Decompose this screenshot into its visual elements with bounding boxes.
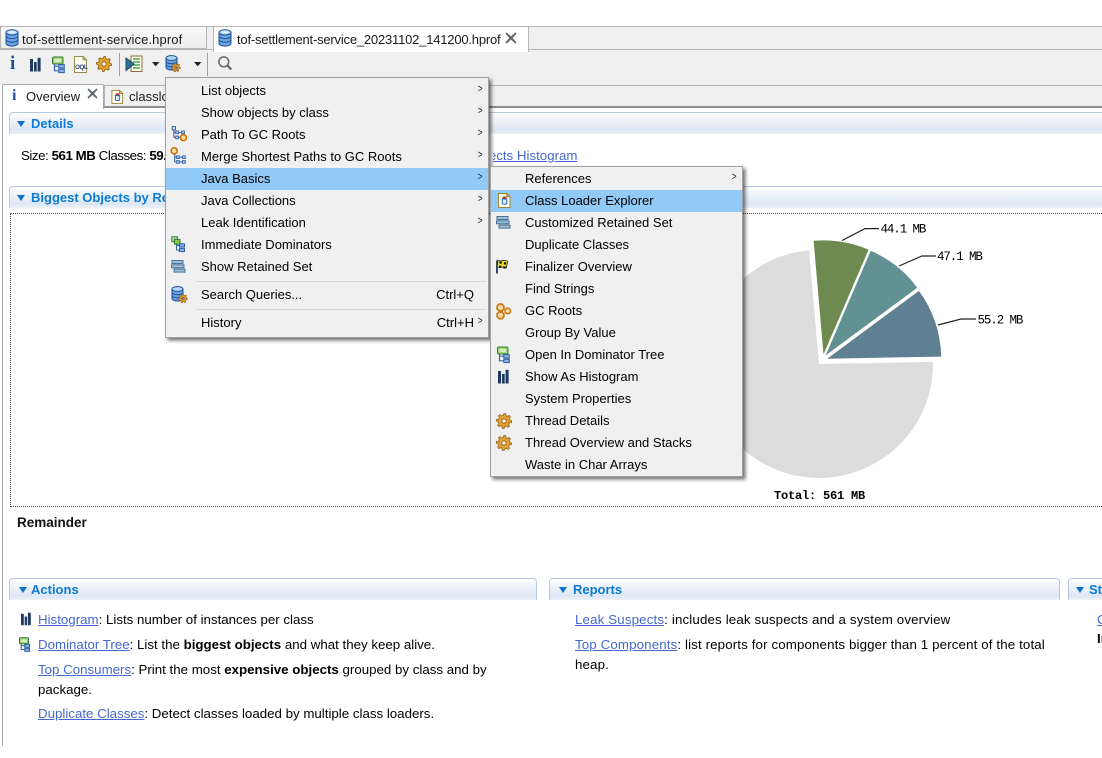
svg-text:OQL: OQL xyxy=(75,64,88,71)
